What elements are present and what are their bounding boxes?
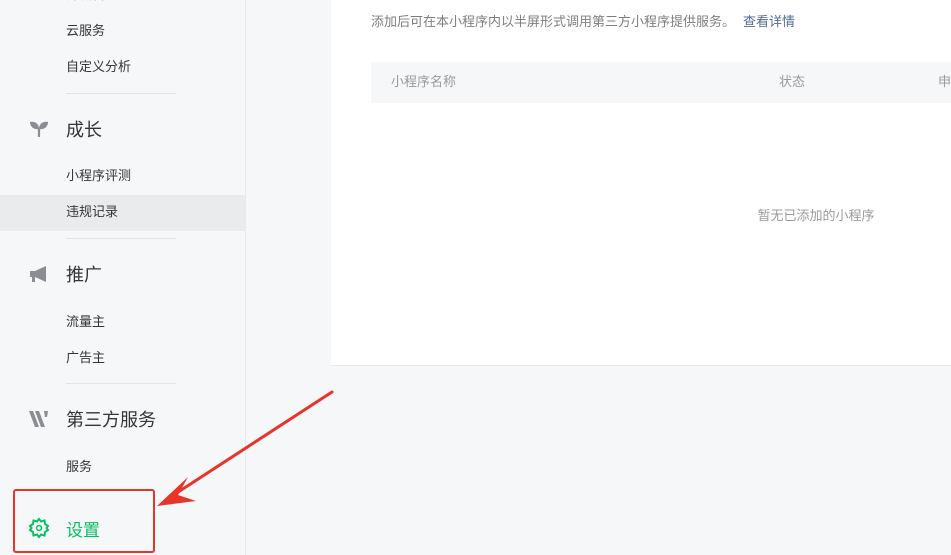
sidebar: 开发管理 云服务 自定义分析 成长 小程序评测 违规记录 推广 流量主 广告主 …: [0, 0, 246, 555]
view-details-link[interactable]: 查看详情: [743, 15, 795, 30]
sprout-icon: [30, 121, 48, 137]
sidebar-group-promotion[interactable]: 推广: [0, 256, 245, 292]
description: 添加后可在本小程序内以半屏形式调用第三方小程序提供服务。 查看详情: [371, 11, 795, 30]
sidebar-item-advertiser[interactable]: 广告主: [0, 341, 245, 377]
sidebar-group-label: 推广: [66, 265, 102, 286]
description-text: 添加后可在本小程序内以半屏形式调用第三方小程序提供服务。: [371, 15, 736, 30]
empty-state-text: 暂无已添加的小程序: [757, 209, 875, 224]
sidebar-item-evaluation[interactable]: 小程序评测: [0, 159, 245, 195]
sidebar-divider: [66, 238, 176, 239]
content-panel: 添加后可在本小程序内以半屏形式调用第三方小程序提供服务。 查看详情 小程序名称 状…: [331, 0, 951, 366]
column-header-name: 小程序名称: [391, 75, 457, 90]
table-header: 小程序名称 状态 申: [371, 62, 951, 103]
third-party-icon: [29, 411, 48, 427]
annotation-highlight-box: [13, 489, 155, 553]
sidebar-group-label: 第三方服务: [66, 410, 156, 431]
column-header-apply: 申: [938, 75, 951, 90]
sidebar-group-growth[interactable]: 成长: [0, 111, 245, 147]
sidebar-divider: [66, 383, 176, 384]
sidebar-item-traffic-owner[interactable]: 流量主: [0, 305, 245, 341]
sidebar-divider: [66, 93, 176, 94]
sidebar-item-custom-analysis[interactable]: 自定义分析: [0, 50, 245, 86]
sidebar-group-third-party[interactable]: 第三方服务: [0, 401, 245, 437]
sidebar-group-label: 成长: [66, 120, 102, 141]
column-header-status: 状态: [779, 75, 806, 90]
megaphone-icon: [30, 266, 46, 282]
sidebar-item-service[interactable]: 服务: [0, 450, 245, 486]
sidebar-item-dev-management[interactable]: 开发管理: [0, 0, 245, 14]
sidebar-item-violation-record[interactable]: 违规记录: [0, 195, 245, 231]
sidebar-item-cloud-service[interactable]: 云服务: [0, 14, 245, 50]
